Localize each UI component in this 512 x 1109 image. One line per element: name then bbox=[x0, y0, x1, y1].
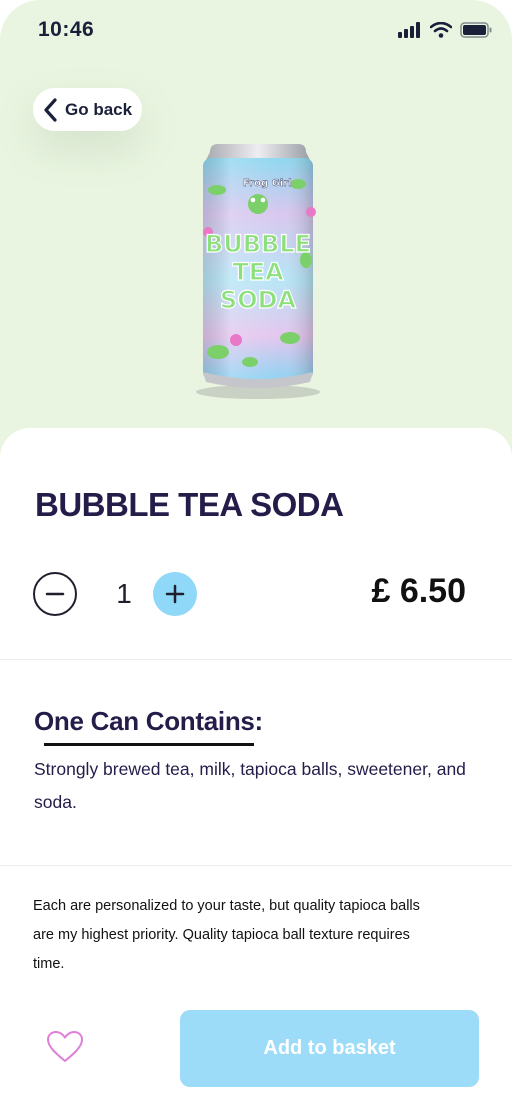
heart-icon bbox=[47, 1031, 83, 1062]
contains-underline bbox=[44, 743, 254, 746]
quantity-value: 1 bbox=[116, 578, 132, 609]
product-can-image: Frog Girl BUBBLE TEA SODA bbox=[196, 144, 320, 399]
increase-quantity-button[interactable] bbox=[153, 572, 197, 616]
status-icons bbox=[398, 22, 492, 38]
decrease-quantity-button[interactable] bbox=[33, 572, 77, 616]
contains-heading: One Can Contains: bbox=[34, 706, 263, 736]
chevron-left-icon bbox=[44, 97, 57, 122]
product-title: BUBBLE TEA SODA bbox=[35, 486, 344, 523]
add-to-basket-button[interactable]: Add to basket bbox=[180, 1010, 479, 1087]
status-bar: 10:46 bbox=[0, 0, 512, 60]
can-title-line-1: BUBBLE bbox=[205, 230, 311, 258]
favorite-button[interactable] bbox=[46, 1030, 86, 1070]
section-divider bbox=[0, 659, 512, 660]
quantity-row: 1 £ 6.50 bbox=[33, 572, 478, 617]
signal-icon bbox=[398, 22, 420, 38]
can-title-line-2: TEA bbox=[232, 258, 284, 286]
go-back-label: Go back bbox=[65, 99, 133, 119]
product-price: £ 6.50 bbox=[371, 572, 466, 610]
wifi-icon bbox=[430, 22, 452, 38]
can-title-line-3: SODA bbox=[220, 286, 297, 314]
status-time: 10:46 bbox=[38, 18, 95, 41]
add-to-basket-label: Add to basket bbox=[263, 1037, 396, 1059]
plus-icon bbox=[165, 584, 185, 604]
section-divider bbox=[0, 865, 512, 866]
can-brand-text: Frog Girl bbox=[243, 178, 292, 189]
go-back-button[interactable]: Go back bbox=[33, 88, 142, 131]
personalization-note: Each are personalized to your taste, but… bbox=[33, 898, 420, 972]
minus-icon bbox=[45, 592, 65, 596]
battery-icon bbox=[460, 22, 492, 38]
contains-description: Strongly brewed tea, milk, tapioca balls… bbox=[34, 759, 466, 812]
